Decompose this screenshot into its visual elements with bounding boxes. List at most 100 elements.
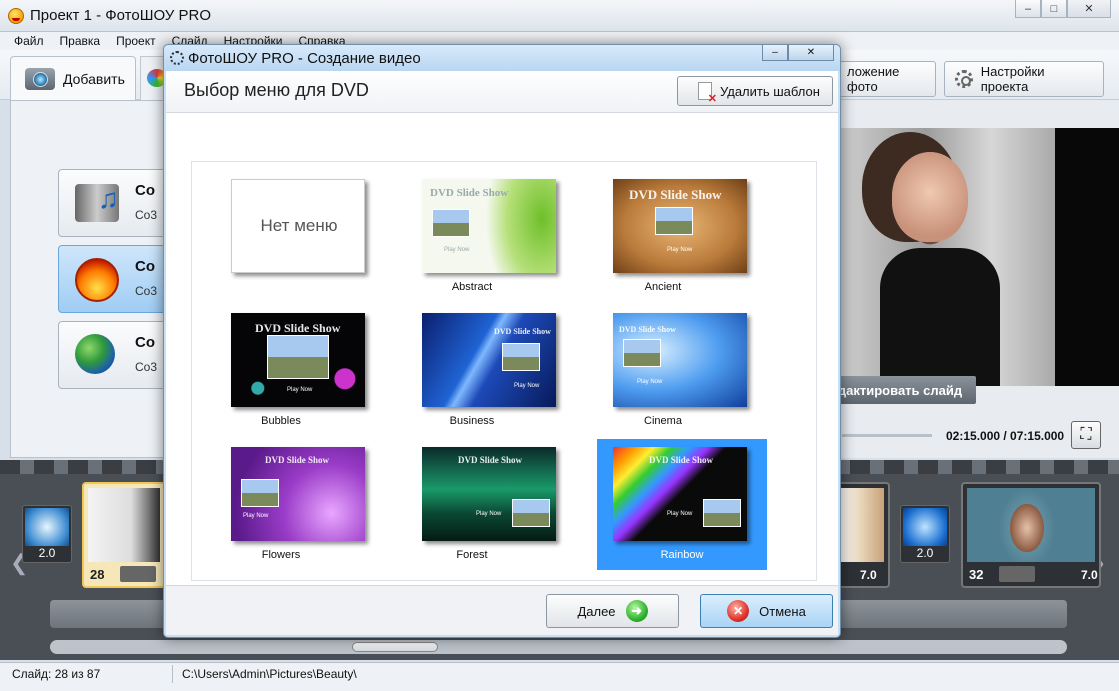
- fullscreen-icon: ⛶: [1080, 426, 1092, 443]
- maximize-button[interactable]: □: [1041, 0, 1067, 18]
- project-settings-button[interactable]: Настройки проекта: [944, 61, 1104, 97]
- dialog-header: Выбор меню для DVD Удалить шаблон: [166, 71, 838, 113]
- transition-thumb[interactable]: 2.0: [900, 505, 950, 563]
- slide-number: 28: [90, 567, 105, 582]
- close-button[interactable]: ✕: [1067, 0, 1111, 18]
- mode-button-music[interactable]: Co Co3: [58, 169, 168, 237]
- template-name: Bubbles: [261, 415, 301, 427]
- template-photo-frame: [502, 343, 540, 371]
- template-name: Cinema: [644, 415, 682, 427]
- mode-title: Co: [135, 334, 155, 351]
- delete-document-icon: [698, 82, 717, 105]
- template-photo-frame: [267, 335, 329, 379]
- transition-duration: 2.0: [38, 546, 56, 560]
- mode-button-dvd[interactable]: Co Co3: [58, 245, 168, 313]
- template-play-text: Play Now: [476, 511, 502, 517]
- template-abstract[interactable]: DVD Slide Show Play Now Abstract: [387, 171, 557, 302]
- next-button[interactable]: Далее ➜: [546, 594, 679, 628]
- template-play-text: Play Now: [667, 511, 693, 517]
- slide-thumb[interactable]: 32 7.0: [961, 482, 1101, 588]
- delete-template-label: Удалить шаблон: [720, 83, 820, 99]
- gear-icon: [955, 70, 973, 88]
- delete-template-button[interactable]: Удалить шаблон: [677, 76, 833, 106]
- slide-duration: 7.0: [1081, 568, 1098, 582]
- template-bubbles[interactable]: DVD Slide Show Play Now Bubbles: [196, 305, 366, 436]
- template-title-text: DVD Slide Show: [619, 325, 676, 334]
- template-title-text: DVD Slide Show: [458, 455, 523, 465]
- next-label: Далее: [577, 603, 616, 619]
- dialog-controls: ‒ ✕: [762, 45, 834, 61]
- dialog-title: ФотоШОУ PRO - Создание видео: [188, 50, 421, 67]
- cancel-x-icon: ✕: [727, 600, 750, 622]
- template-title-text: DVD Slide Show: [649, 455, 714, 465]
- edit-slide-label: дактировать слайд: [837, 382, 963, 398]
- film-music-icon: [75, 184, 119, 222]
- template-name: Abstract: [451, 281, 493, 293]
- dialog-titlebar: ФотоШОУ PRO - Создание видео ‒ ✕: [164, 45, 840, 71]
- template-preview: Нет меню: [231, 179, 365, 273]
- transition-image: [25, 508, 69, 546]
- template-photo-frame: [655, 207, 693, 235]
- no-menu-text: Нет меню: [260, 216, 338, 235]
- dialog-close-button[interactable]: ✕: [788, 45, 834, 61]
- preview-image: [840, 128, 1055, 386]
- status-bar: Слайд: 28 из 87 C:\Users\Admin\Pictures\…: [0, 662, 1119, 691]
- slide-thumb-selected[interactable]: 28: [82, 482, 166, 588]
- template-rainbow[interactable]: DVD Slide Show Play Now Rainbow: [597, 439, 767, 570]
- slide-tools[interactable]: [120, 566, 156, 582]
- cancel-label: Отмена: [759, 603, 806, 619]
- dialog-gear-icon: [170, 51, 184, 65]
- project-settings-label: Настройки проекта: [980, 64, 1045, 94]
- slide-tools[interactable]: [999, 566, 1035, 582]
- playback-seekbar[interactable]: [842, 434, 932, 437]
- template-no-menu[interactable]: Нет меню: [196, 171, 366, 302]
- window-title: Проект 1 - ФотоШОУ PRO: [30, 7, 211, 24]
- template-business[interactable]: DVD Slide Show Play Now Business: [387, 305, 557, 436]
- template-play-text: Play Now: [287, 387, 313, 393]
- transition-duration: 2.0: [916, 546, 934, 560]
- tab-add-label: Добавить: [63, 70, 125, 87]
- fullscreen-button[interactable]: ⛶: [1071, 421, 1101, 449]
- template-ancient[interactable]: DVD Slide Show Play Now Ancient: [578, 171, 748, 302]
- template-title-text: DVD Slide Show: [494, 327, 551, 336]
- menu-edit[interactable]: Правка: [52, 32, 109, 50]
- scrollbar-thumb[interactable]: [352, 642, 438, 652]
- template-title-text: DVD Slide Show: [255, 321, 341, 335]
- slide-number: 32: [969, 567, 984, 582]
- template-photo-frame: [703, 499, 741, 527]
- slide-image: [838, 488, 884, 562]
- create-video-dialog: ФотоШОУ PRO - Создание видео ‒ ✕ Выбор м…: [163, 44, 841, 638]
- status-slide-count: Слайд: 28 из 87: [12, 667, 101, 681]
- dialog-footer: Далее ➜ ✕ Отмена: [166, 585, 838, 635]
- dialog-minimize-button[interactable]: ‒: [762, 45, 788, 61]
- template-forest[interactable]: DVD Slide Show Play Now Forest: [387, 439, 557, 570]
- filmstrip-scrollbar[interactable]: [50, 640, 1067, 654]
- globe-icon: [75, 334, 115, 374]
- template-preview: DVD Slide Show Play Now: [613, 313, 747, 407]
- dialog-heading: Выбор меню для DVD: [184, 80, 369, 100]
- slide-image: [967, 488, 1095, 562]
- template-flowers[interactable]: DVD Slide Show Play Now Flowers: [196, 439, 366, 570]
- minimize-button[interactable]: ‒: [1015, 0, 1041, 18]
- slide-image: [88, 488, 160, 562]
- template-play-text: Play Now: [667, 247, 693, 253]
- menu-project[interactable]: Проект: [108, 32, 164, 50]
- preview-background: [1055, 128, 1119, 386]
- mode-subtitle: Co3: [135, 360, 158, 374]
- cancel-button[interactable]: ✕ Отмена: [700, 594, 833, 628]
- template-title-text: DVD Slide Show: [265, 455, 330, 465]
- menu-file[interactable]: Файл: [6, 32, 52, 50]
- transition-thumb[interactable]: 2.0: [22, 505, 72, 563]
- template-preview: DVD Slide Show Play Now: [422, 179, 556, 273]
- tab-add[interactable]: Добавить: [10, 56, 136, 100]
- mode-button-web[interactable]: Co Co3: [58, 321, 168, 389]
- mode-subtitle: Co3: [135, 208, 158, 222]
- slide-thumb[interactable]: 7.0: [838, 482, 890, 588]
- photo-overlay-button[interactable]: ложение фото: [836, 61, 936, 97]
- template-photo-frame: [623, 339, 661, 367]
- slide-duration: 7.0: [860, 568, 877, 582]
- template-name: Rainbow: [660, 549, 704, 561]
- template-cinema[interactable]: DVD Slide Show Play Now Cinema: [578, 305, 748, 436]
- edit-slide-button[interactable]: дактировать слайд: [824, 376, 976, 404]
- template-name: Business: [449, 415, 495, 427]
